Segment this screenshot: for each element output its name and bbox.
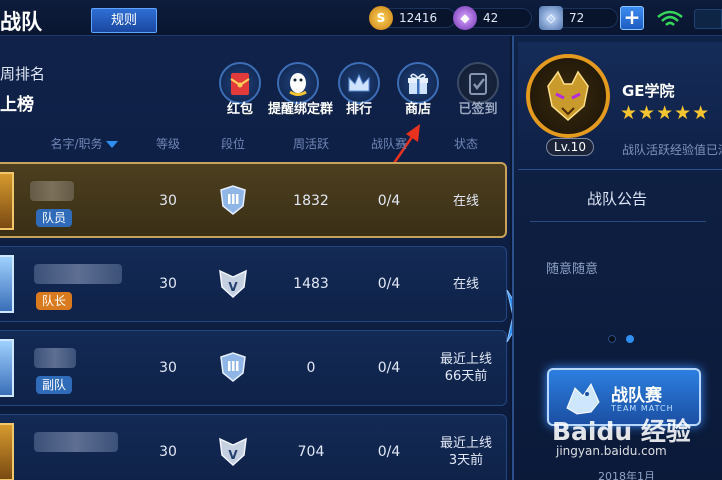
- member-row[interactable]: 30 V 704 0/4 最近上线 3天前: [0, 414, 507, 480]
- member-level: 30: [159, 444, 177, 460]
- sort-desc-icon: [105, 141, 118, 148]
- column-header-weekly: 周活跃: [292, 137, 329, 151]
- team-stars: ★★★★★: [620, 102, 711, 124]
- page-dot-active[interactable]: [626, 335, 634, 343]
- column-header-level: 等级: [155, 137, 180, 151]
- page-indicator: [608, 334, 648, 344]
- member-weekly-activity: 1483: [293, 276, 329, 292]
- member-level: 30: [159, 193, 177, 209]
- checked-in-label: 已签到: [458, 102, 498, 117]
- diamond-counter: ◆ 42: [453, 6, 532, 30]
- rank-status-label: 上榜: [0, 95, 34, 115]
- member-weekly-activity: 704: [297, 444, 325, 460]
- member-level: 30: [159, 276, 177, 292]
- avatar: [0, 255, 14, 313]
- gold-counter: S 12416: [369, 6, 456, 30]
- member-name-redacted: [34, 348, 76, 368]
- signal-indicator: [694, 9, 722, 29]
- team-level-badge: Lv.10: [546, 138, 594, 156]
- rank-badge-icon: [220, 352, 246, 382]
- crystal-value: 72: [569, 11, 585, 25]
- rules-button[interactable]: 规则: [91, 8, 157, 33]
- red-envelope-label: 红包: [226, 102, 253, 117]
- page-dot[interactable]: [608, 335, 616, 343]
- member-match-count: 0/4: [377, 276, 401, 292]
- add-currency-button[interactable]: +: [620, 6, 644, 30]
- team-info-panel: Lv.10 GE学院 ★★★★★ 战队活跃经验值已满 战队公告 随意随意 战队赛…: [512, 36, 722, 480]
- member-match-count: 0/4: [377, 360, 401, 376]
- role-badge: 队长: [36, 292, 73, 310]
- gold-coin-icon: S: [369, 6, 393, 30]
- member-name-redacted: [34, 432, 118, 452]
- svg-text:V: V: [228, 280, 238, 294]
- weekly-rank-label: 周排名: [0, 65, 46, 83]
- column-header-status: 状态: [453, 137, 478, 151]
- notice-body: 随意随意: [546, 262, 599, 277]
- team-emblem: [526, 54, 610, 138]
- member-status: 在线: [452, 193, 479, 209]
- member-name-redacted: [34, 264, 122, 284]
- avatar: [0, 423, 14, 480]
- member-status: 在线: [452, 276, 479, 292]
- diamond-value: 42: [483, 11, 499, 25]
- rank-badge-icon: V: [219, 269, 247, 299]
- member-status: 最近上线 3天前: [439, 436, 492, 468]
- member-row[interactable]: 副队 30 0 0/4 最近上线 66天前: [0, 330, 507, 406]
- member-name-redacted: [30, 181, 74, 201]
- member-weekly-activity: 1832: [293, 193, 329, 209]
- member-status: 最近上线 66天前: [439, 352, 492, 384]
- member-match-count: 0/4: [377, 193, 401, 209]
- avatar: [0, 172, 14, 230]
- team-exp-text: 战队活跃经验值已满: [622, 143, 722, 157]
- member-match-count: 0/4: [377, 444, 401, 460]
- gold-value: 12416: [399, 11, 438, 25]
- rank-badge-icon: [220, 185, 246, 215]
- top-bar: 战队 规则 S 12416 ◆ 42 ◇ 72 +: [0, 0, 722, 36]
- team-name: GE学院: [622, 82, 675, 100]
- member-list-panel: 周排名 上榜 红包 提醒绑定群 排行 商店 已签到 名字/职务 等级 段位 周活…: [0, 36, 510, 480]
- team-match-button[interactable]: 战队赛 TEAM MATCH: [547, 368, 701, 426]
- purple-diamond-icon: ◆: [453, 6, 477, 30]
- column-header-match: 战队赛: [370, 137, 407, 151]
- crystal-counter: ◇ 72: [539, 6, 618, 30]
- wifi-icon: [657, 10, 683, 26]
- rank-badge-icon: V: [219, 437, 247, 467]
- avatar: [0, 339, 14, 397]
- role-badge: 副队: [36, 376, 73, 394]
- column-header-tier: 段位: [220, 137, 245, 151]
- notice-divider: [530, 221, 706, 222]
- role-badge: 队员: [36, 209, 73, 227]
- column-header-name[interactable]: 名字/职务: [44, 135, 124, 152]
- ranking-label: 排行: [345, 102, 372, 117]
- season-date: 2018年1月: [598, 470, 655, 480]
- dragon-icon: [566, 382, 600, 415]
- member-weekly-activity: 0: [306, 360, 316, 376]
- team-profile-card: Lv.10 GE学院 ★★★★★ 战队活跃经验值已满: [518, 42, 722, 170]
- member-row[interactable]: 队长 30 V 1483 0/4 在线: [0, 246, 507, 322]
- member-level: 30: [159, 360, 177, 376]
- page-title: 战队: [0, 10, 42, 34]
- shop-label: 商店: [404, 102, 431, 117]
- bind-group-label: 提醒绑定群: [268, 102, 334, 117]
- blue-crystal-icon: ◇: [539, 6, 563, 30]
- svg-text:V: V: [228, 448, 238, 462]
- notice-title: 战队公告: [586, 190, 647, 208]
- member-row[interactable]: 队员 30 1832 0/4 在线: [0, 162, 507, 238]
- wolf-emblem-icon: [547, 70, 589, 121]
